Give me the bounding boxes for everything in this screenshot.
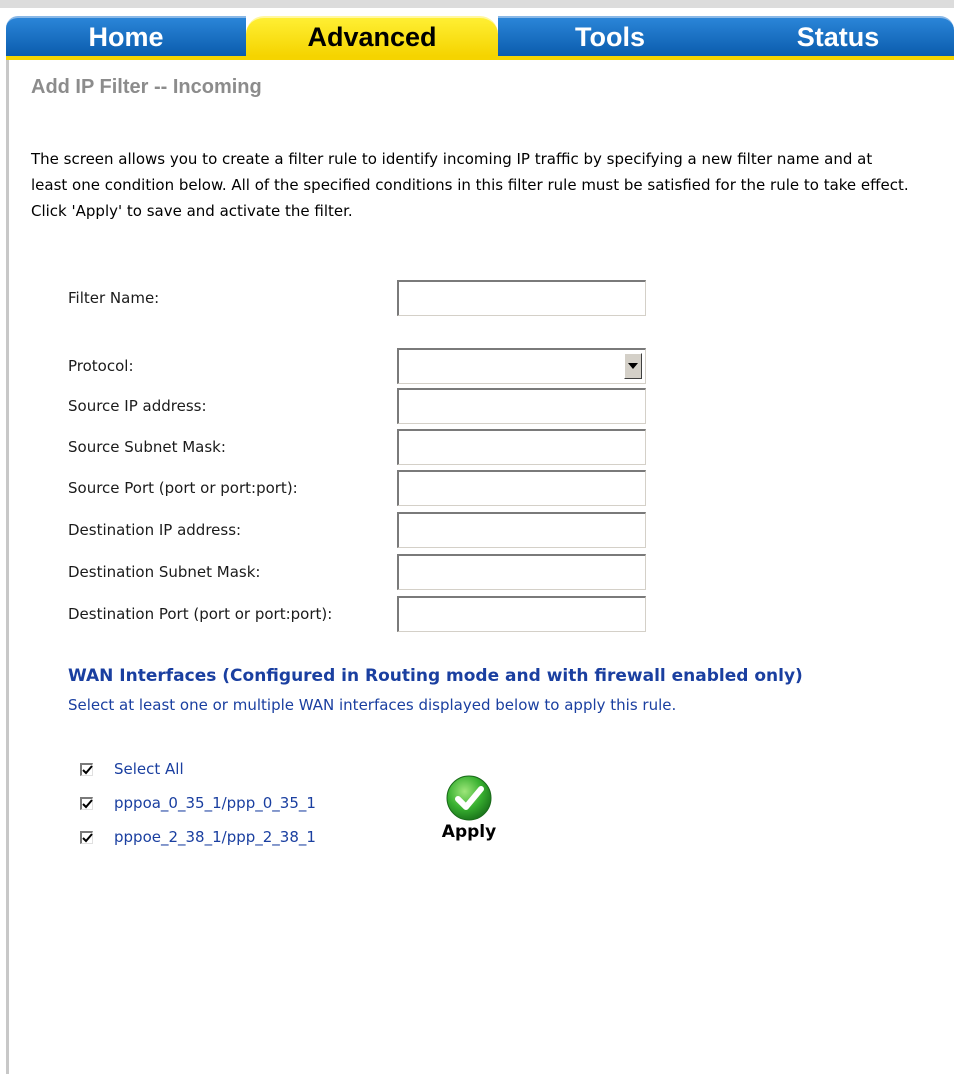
filter-name-input[interactable] <box>397 280 646 316</box>
checkmark-icon <box>82 832 93 842</box>
source-port-input[interactable] <box>397 470 646 506</box>
select-all-label: Select All <box>114 760 184 778</box>
select-all-checkbox[interactable] <box>80 762 93 776</box>
tab-home[interactable]: Home <box>6 16 246 56</box>
wan-item-row: pppoa_0_35_1/ppp_0_35_1 <box>80 791 316 815</box>
source-port-label: Source Port (port or port:port): <box>68 479 298 497</box>
apply-button[interactable]: Apply <box>434 774 504 854</box>
wan-interfaces-heading: WAN Interfaces (Configured in Routing mo… <box>68 666 803 686</box>
protocol-select[interactable] <box>397 348 646 384</box>
dest-port-input[interactable] <box>397 596 646 632</box>
tab-tools[interactable]: Tools <box>498 16 722 56</box>
wan-checkbox-pppoe[interactable] <box>80 830 93 844</box>
wan-interfaces-description: Select at least one or multiple WAN inte… <box>68 696 677 714</box>
top-border <box>0 0 954 8</box>
wan-checkbox-pppoa[interactable] <box>80 796 93 810</box>
chevron-down-icon[interactable] <box>624 353 642 379</box>
source-ip-input[interactable] <box>397 388 646 424</box>
checkmark-icon <box>82 798 93 808</box>
source-mask-label: Source Subnet Mask: <box>68 438 226 456</box>
apply-label: Apply <box>441 822 497 842</box>
intro-text: The screen allows you to create a filter… <box>31 150 909 220</box>
source-mask-input[interactable] <box>397 429 646 465</box>
checkmark-circle-icon <box>446 775 492 821</box>
left-border <box>6 58 9 1074</box>
nav-underline <box>6 56 954 60</box>
tab-advanced[interactable]: Advanced <box>246 16 498 56</box>
dest-ip-label: Destination IP address: <box>68 521 242 539</box>
wan-item-label: pppoe_2_38_1/ppp_2_38_1 <box>114 828 316 846</box>
source-ip-label: Source IP address: <box>68 397 207 415</box>
checkmark-icon <box>82 764 93 774</box>
tab-status[interactable]: Status <box>722 16 954 56</box>
main-nav: Home Advanced Tools Status <box>6 16 954 60</box>
page-title: Add IP Filter -- Incoming <box>31 76 262 98</box>
dest-mask-input[interactable] <box>397 554 646 590</box>
filter-name-label: Filter Name: <box>68 289 160 307</box>
dest-ip-input[interactable] <box>397 512 646 548</box>
protocol-label: Protocol: <box>68 357 134 375</box>
wan-item-label: pppoa_0_35_1/ppp_0_35_1 <box>114 794 316 812</box>
wan-select-all-row: Select All <box>80 757 184 781</box>
wan-item-row: pppoe_2_38_1/ppp_2_38_1 <box>80 825 316 849</box>
dest-mask-label: Destination Subnet Mask: <box>68 563 261 581</box>
dest-port-label: Destination Port (port or port:port): <box>68 605 333 623</box>
